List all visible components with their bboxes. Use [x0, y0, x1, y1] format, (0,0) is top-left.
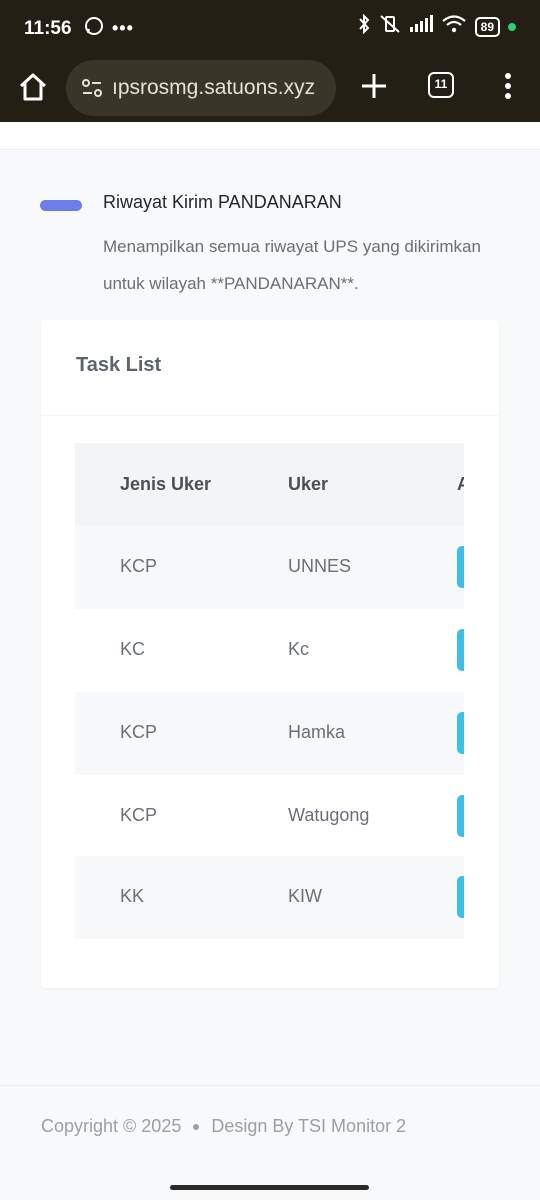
menu-dot — [505, 83, 511, 89]
cell-jenis-uker: KK — [120, 886, 145, 906]
page-description: Menampilkan semua riwayat UPS yang dikir… — [103, 237, 481, 293]
wifi-icon — [441, 14, 467, 39]
row-action-button[interactable] — [457, 876, 464, 918]
whatsapp-icon — [84, 16, 104, 41]
row-action-button[interactable] — [457, 795, 464, 837]
home-button[interactable] — [16, 70, 50, 104]
site-settings-icon[interactable] — [80, 76, 104, 100]
footer-text: Copyright © 2025 Design By TSI Monitor 2 — [41, 1116, 406, 1137]
url-text: ıpsrosmg.satuons.xyz — [112, 76, 316, 99]
status-left-icons: ••• — [84, 16, 134, 41]
home-icon — [19, 73, 47, 101]
more-dots-icon: ••• — [112, 18, 134, 38]
page-top-band — [0, 122, 540, 150]
status-time: 11:56 — [24, 18, 72, 39]
cell-uker: Watugong — [288, 805, 370, 825]
cell-jenis-uker: KCP — [120, 805, 158, 825]
footer-design-credit[interactable]: Design By TSI Monitor 2 — [211, 1116, 406, 1136]
accent-pill — [40, 200, 82, 211]
header-action: A — [457, 474, 464, 494]
cell-uker: Hamka — [288, 722, 346, 742]
cell-jenis-uker: KCP — [120, 722, 158, 742]
row-action-button[interactable] — [457, 629, 464, 671]
header-jenis-uker: Jenis Uker — [120, 474, 212, 494]
status-bar: 11:56 ••• 89 — [0, 0, 540, 56]
browser-toolbar: ıpsrosmg.satuons.xyz 11 — [0, 56, 540, 122]
page-footer: Copyright © 2025 Design By TSI Monitor 2 — [0, 1085, 540, 1200]
cell-jenis-uker: KCP — [120, 556, 158, 576]
row-action-button[interactable] — [457, 712, 464, 754]
table-row: KCP Watugong — [75, 775, 464, 858]
menu-dot — [505, 73, 511, 79]
cell-uker: KIW — [288, 886, 322, 906]
gesture-navigation-bar[interactable] — [170, 1185, 369, 1190]
status-right-icons: 89 — [357, 13, 516, 39]
header-uker: Uker — [288, 474, 329, 494]
card-title: Task List — [76, 354, 162, 376]
menu-dot — [505, 93, 511, 99]
privacy-indicator-dot — [508, 22, 516, 31]
address-bar[interactable]: ıpsrosmg.satuons.xyz — [66, 60, 336, 116]
table-header-row: Jenis Uker Uker A — [75, 443, 464, 526]
row-action-button[interactable] — [457, 546, 464, 588]
page-title: Riwayat Kirim PANDANARAN — [103, 192, 342, 212]
browser-menu-button[interactable] — [496, 70, 520, 104]
table-row: KC Kc — [75, 609, 464, 692]
footer-copyright: Copyright © 2025 — [41, 1116, 182, 1136]
tab-switcher-button[interactable]: 11 — [428, 72, 454, 98]
plus-icon — [362, 74, 386, 98]
new-tab-button[interactable] — [356, 68, 392, 104]
table-row: KK KIW — [75, 856, 464, 939]
cell-uker: Kc — [288, 639, 310, 659]
battery-icon: 89 — [474, 16, 500, 37]
cell-uker: UNNES — [288, 556, 352, 576]
bluetooth-icon — [357, 13, 371, 39]
card-header: Task List — [41, 320, 499, 416]
table-row: KCP Hamka — [75, 692, 464, 775]
footer-separator-dot — [193, 1124, 200, 1131]
table-row: KCP UNNES — [75, 526, 464, 609]
task-table[interactable]: Jenis Uker Uker A KCP UNNES KC Kc KCP Ha… — [75, 443, 464, 939]
signal-icon — [409, 15, 433, 38]
task-list-card: Task List Jenis Uker Uker A KCP UNNES KC… — [41, 320, 499, 988]
vibrate-off-icon — [379, 14, 401, 39]
cell-jenis-uker: KC — [120, 639, 146, 659]
